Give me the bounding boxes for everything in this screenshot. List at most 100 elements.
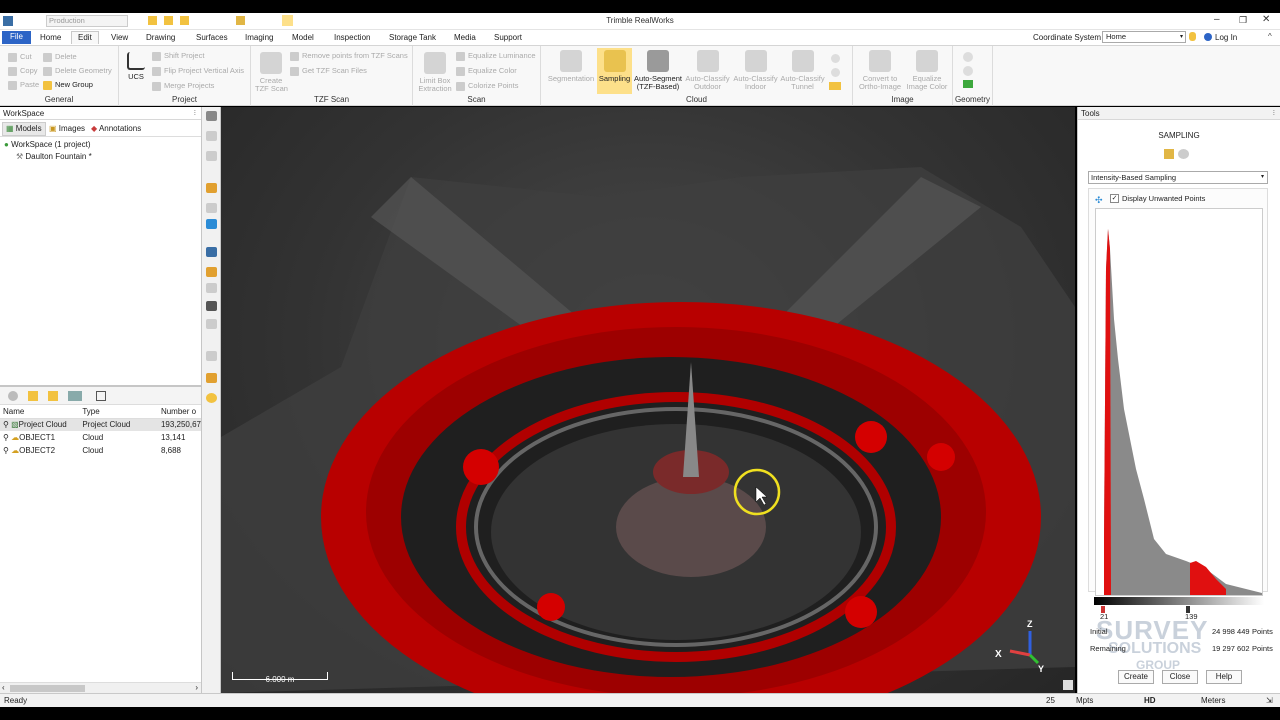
auto-classify-indoor-button[interactable]: Auto-Classify Indoor — [732, 50, 779, 91]
auto-segment-button[interactable]: Auto-Segment (TZF-Based) — [633, 50, 683, 91]
scroll-right-icon[interactable]: › — [195, 683, 198, 692]
tab-file[interactable]: File — [2, 31, 31, 44]
view-tool-icon[interactable] — [206, 111, 217, 121]
tab-models[interactable]: ▦ Models — [2, 122, 46, 136]
zoom-icon[interactable] — [206, 183, 217, 193]
tree-project[interactable]: ⚒ Daulton Fountain * — [16, 152, 92, 161]
horizontal-scrollbar[interactable]: ‹ › — [0, 682, 201, 693]
colorize-points-button[interactable]: Colorize Points — [456, 81, 518, 91]
get-tzf-files-button[interactable]: Get TZF Scan Files — [290, 66, 367, 76]
auto-classify-tunnel-button[interactable]: Auto-Classify Tunnel — [779, 50, 826, 91]
auto-classify-outdoor-button[interactable]: Auto-Classify Outdoor — [684, 50, 731, 91]
rotate-icon[interactable] — [206, 131, 217, 141]
measure-icon[interactable] — [206, 351, 217, 361]
tab-drawing[interactable]: Drawing — [140, 32, 181, 45]
resize-grip-icon[interactable]: ⇲ — [1266, 696, 1273, 705]
cut-button[interactable]: Cut — [8, 52, 32, 62]
paste-button[interactable]: Paste — [8, 80, 39, 90]
table-row[interactable]: ⚲ ☁OBJECT1 Cloud 13,141 — [0, 431, 201, 444]
col-count[interactable]: Number o — [158, 405, 201, 418]
sphere-icon[interactable] — [963, 52, 973, 62]
color-mode-icon[interactable] — [206, 373, 217, 383]
minimize-icon[interactable]: – — [1214, 14, 1220, 25]
ucs-button[interactable]: UCS — [123, 52, 149, 81]
restore-icon[interactable]: ❐ — [1239, 15, 1247, 26]
tab-view[interactable]: View — [105, 32, 134, 45]
shift-project-button[interactable]: Shift Project — [152, 51, 204, 61]
tab-storage-tank[interactable]: Storage Tank — [383, 32, 442, 45]
cloud-color-icon[interactable] — [829, 82, 841, 90]
lightbulb-icon[interactable] — [1189, 32, 1196, 41]
tree-root[interactable]: ● WorkSpace (1 project) — [4, 140, 91, 149]
eraser-icon[interactable] — [1178, 149, 1189, 159]
collapse-ribbon-icon[interactable]: ^ — [1268, 32, 1272, 41]
render-mode-icon[interactable] — [206, 301, 217, 311]
pin-icon[interactable]: ⵗ — [1273, 107, 1275, 120]
merge-projects-button[interactable]: Merge Projects — [152, 81, 214, 91]
convert-ortho-button[interactable]: Convert to Ortho-Image — [856, 50, 904, 91]
cloud-option-icon[interactable] — [831, 54, 840, 63]
camera-icon[interactable] — [206, 247, 217, 257]
properties-icon[interactable] — [96, 391, 106, 401]
new-group-button[interactable]: New Group — [43, 80, 93, 90]
lock-icon[interactable] — [1063, 680, 1073, 690]
cylinder-icon[interactable] — [963, 66, 973, 76]
tab-model[interactable]: Model — [286, 32, 320, 45]
status-hd[interactable]: HD — [1144, 696, 1156, 705]
pan-icon[interactable] — [206, 151, 217, 161]
coordinate-system-select[interactable]: Home ▾ — [1102, 31, 1186, 43]
brush-icon[interactable] — [1164, 149, 1174, 159]
filter-icon[interactable] — [8, 391, 18, 401]
cloud-option-2-icon[interactable] — [831, 68, 840, 77]
close-button[interactable]: Close — [1162, 670, 1198, 684]
box-icon[interactable] — [206, 219, 217, 229]
eye-icon[interactable]: ⚲ — [3, 433, 9, 442]
up-level-icon[interactable] — [48, 391, 58, 401]
create-button[interactable]: Create — [1118, 670, 1154, 684]
eye-icon[interactable]: ⚲ — [3, 446, 9, 455]
create-tzf-scan-button[interactable]: Create TZF Scan — [255, 52, 288, 93]
help-button[interactable]: Help — [1206, 670, 1242, 684]
col-name[interactable]: Name — [0, 405, 79, 418]
scroll-left-icon[interactable]: ‹ — [2, 683, 5, 692]
folder-open-icon[interactable] — [28, 391, 38, 401]
tab-media[interactable]: Media — [448, 32, 482, 45]
close-window-icon[interactable]: ✕ — [1262, 14, 1270, 25]
limit-box-button[interactable]: Limit Box Extraction — [417, 52, 453, 93]
3d-viewport[interactable]: 6.000 m X Z Y — [221, 107, 1075, 693]
tab-inspection[interactable]: Inspection — [328, 32, 376, 45]
tab-images[interactable]: ▣ Images — [49, 123, 85, 135]
equalize-luminance-button[interactable]: Equalize Luminance — [456, 51, 536, 61]
sampling-button[interactable]: Sampling — [597, 48, 632, 94]
view-options-icon[interactable] — [68, 391, 82, 401]
equalize-image-color-button[interactable]: Equalize Image Color — [904, 50, 950, 91]
tab-surfaces[interactable]: Surfaces — [190, 32, 234, 45]
delete-geometry-button[interactable]: Delete Geometry — [43, 66, 112, 76]
table-row[interactable]: ⚲ ▧Project Cloud Project Cloud 193,250,6… — [0, 418, 201, 431]
col-type[interactable]: Type — [79, 405, 158, 418]
tab-home[interactable]: Home — [34, 32, 67, 45]
tab-support[interactable]: Support — [488, 32, 528, 45]
sampling-method-select[interactable]: Intensity-Based Sampling ▾ — [1088, 171, 1268, 184]
layers-icon[interactable] — [206, 283, 217, 293]
sampling-settings-icon[interactable]: ✣ — [1095, 195, 1103, 206]
table-row[interactable]: ⚲ ☁OBJECT2 Cloud 8,688 — [0, 444, 201, 457]
equalize-color-button[interactable]: Equalize Color — [456, 66, 517, 76]
light-icon[interactable] — [206, 393, 217, 403]
status-units[interactable]: Meters — [1201, 696, 1225, 705]
remove-tzf-points-button[interactable]: Remove points from TZF Scans — [290, 51, 408, 61]
delete-button[interactable]: Delete — [43, 52, 77, 62]
login-link[interactable]: Log In — [1215, 33, 1237, 42]
slice-icon[interactable] — [206, 319, 217, 329]
tab-annotations[interactable]: ◆ Annotations — [91, 123, 141, 135]
scrollbar-thumb[interactable] — [10, 685, 85, 692]
eye-icon[interactable]: ⚲ — [3, 420, 9, 429]
tab-imaging[interactable]: Imaging — [239, 32, 279, 45]
display-unwanted-checkbox[interactable]: ✓ — [1110, 194, 1119, 203]
warning-icon[interactable] — [206, 267, 217, 277]
fit-icon[interactable] — [206, 203, 217, 213]
pin-icon[interactable]: ⵗ — [194, 107, 196, 120]
flip-project-button[interactable]: Flip Project Vertical Axis — [152, 66, 244, 76]
copy-button[interactable]: Copy — [8, 66, 38, 76]
geometry-color-icon[interactable] — [963, 80, 973, 88]
